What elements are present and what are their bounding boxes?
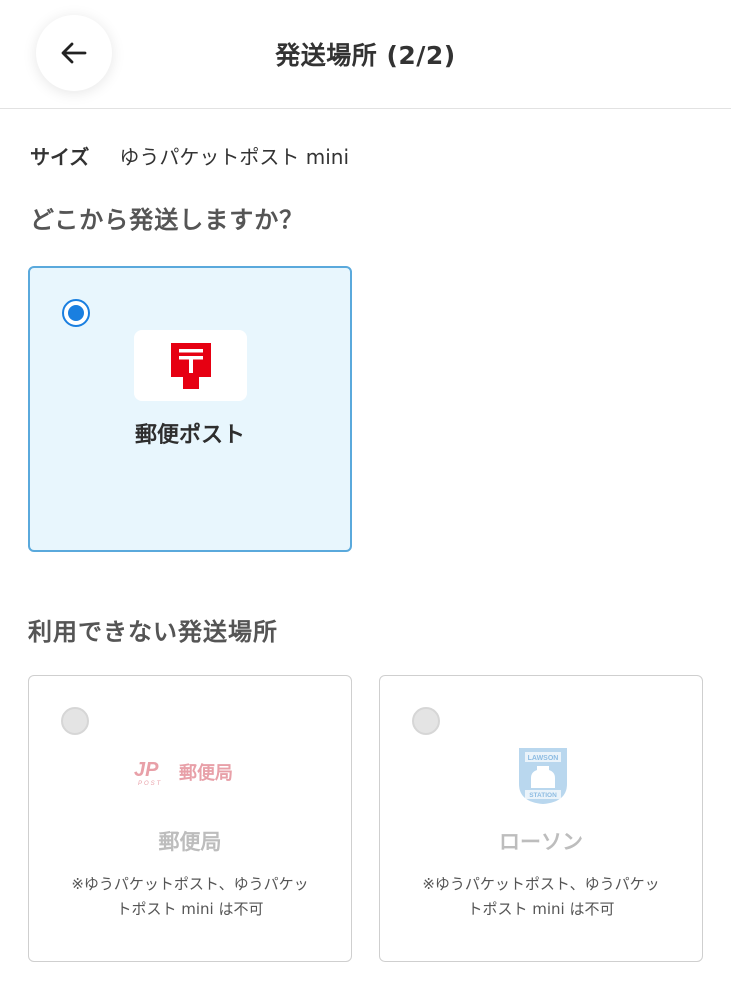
size-row: サイズ ゆうパケットポスト mini [30,141,349,170]
jp-mark-text: JP [134,759,159,781]
radio-disabled [412,707,440,735]
post-office-logo-text: 郵便局 [179,763,233,784]
header-bar: 発送場所 (2/2) [0,0,731,109]
radio-disabled [61,707,89,735]
option-card-post-office: JP POST 郵便局 郵便局 ※ゆうパケットポスト、ゆうパケッ トポスト mi… [28,675,352,962]
option-name: 郵便ポスト [134,423,245,448]
post-box-icon [170,342,211,389]
option-note-line: トポスト mini は不可 [467,900,615,918]
japan-post-logo-icon: JP POST [134,759,162,787]
option-note-line: ※ゆうパケットポスト、ゆうパケッ [422,875,660,893]
lawson-bottom-text: STATION [529,792,557,799]
option-name: ローソン [499,830,583,854]
size-label: サイズ [30,145,90,169]
option-name: 郵便局 [158,830,222,854]
size-value: ゆうパケットポスト mini [119,145,350,169]
japan-post-logo: JP POST 郵便局 [133,756,249,788]
option-note-line: トポスト mini は不可 [116,900,264,918]
lawson-logo-icon: LAWSON STATION [519,748,567,804]
shipping-location-question: どこから発送しますか？ [30,206,305,234]
lawson-top-text: LAWSON [528,755,559,762]
option-card-lawson: LAWSON STATION ローソン ※ゆうパケットポスト、ゆうパケッ トポス… [379,675,703,962]
unavailable-heading: 利用できない発送場所 [28,618,278,646]
option-note: ※ゆうパケットポスト、ゆうパケッ トポスト mini は不可 [49,872,331,922]
option-card-post-box[interactable]: 郵便ポスト [28,266,352,552]
page-title: 発送場所 (2/2) [275,41,456,70]
option-note-line: ※ゆうパケットポスト、ゆうパケッ [71,875,309,893]
option-note: ※ゆうパケットポスト、ゆうパケッ トポスト mini は不可 [400,872,682,922]
radio-selected[interactable] [62,299,90,327]
post-box-logo [134,330,247,401]
jp-post-text: POST [138,781,162,787]
